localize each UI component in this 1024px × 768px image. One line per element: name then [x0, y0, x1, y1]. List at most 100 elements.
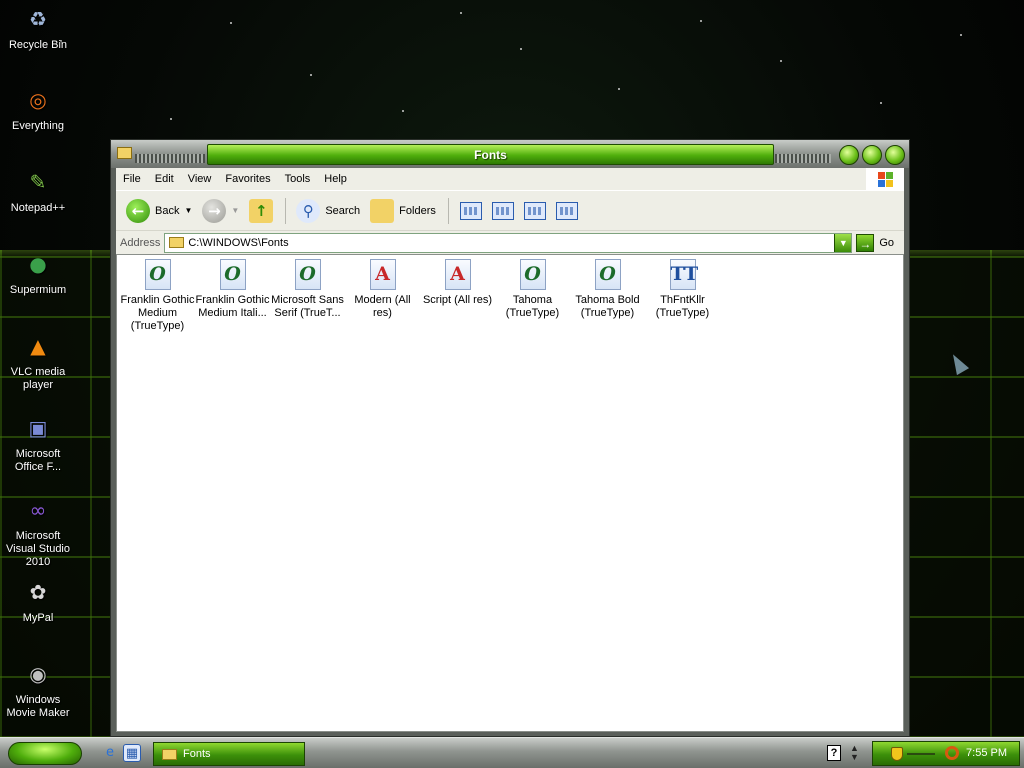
folders-button[interactable]: Folders	[366, 197, 440, 225]
font-file-icon: O	[594, 259, 621, 290]
up-folder-icon: ↑	[249, 198, 274, 223]
titlebar-grill-right	[775, 154, 831, 163]
forward-dropdown-icon[interactable]: ▼	[231, 206, 239, 215]
desktop-icon-label: Windows Movie Maker	[6, 694, 70, 719]
start-button[interactable]	[8, 742, 82, 765]
mypal-icon: ✿	[29, 580, 47, 604]
address-bar: Address C:\WINDOWS\Fonts ▼ → Go	[116, 230, 904, 254]
help-icon[interactable]: ?	[827, 745, 841, 761]
title-bar[interactable]: Fonts	[111, 140, 909, 168]
search-button[interactable]: ⚲ Search	[292, 197, 364, 225]
view-icons-icon[interactable]	[491, 201, 514, 220]
office-icon: ▣	[28, 416, 48, 440]
desktop-icon[interactable]: ● Supermium	[0, 248, 76, 297]
toolbar: ← Back ▼ → ▼ ↑ ⚲ Search Folders	[116, 190, 904, 230]
menu-favorites[interactable]: Favorites	[218, 173, 277, 185]
font-file-icon: O	[519, 259, 546, 290]
back-arrow-icon: ←	[126, 198, 150, 223]
list-item[interactable]: TT ThFntKllr (TrueType)	[645, 259, 720, 320]
file-list[interactable]: O Franklin Gothic Medium (TrueType) O Frank…	[116, 254, 904, 732]
list-item[interactable]: O Franklin Gothic Medium (TrueType)	[120, 259, 195, 333]
toolbar-separator	[447, 197, 449, 224]
forward-button[interactable]: → ▼	[198, 197, 243, 225]
tray-expand-icon[interactable]: ▲ ▼	[850, 744, 859, 762]
view-thumbnails-icon[interactable]	[459, 201, 482, 220]
supermium-icon: ●	[29, 252, 47, 276]
list-item[interactable]: O Franklin Gothic Medium Itali...	[195, 259, 270, 320]
address-value: C:\WINDOWS\Fonts	[188, 236, 289, 249]
font-file-icon: A	[444, 259, 471, 290]
explorer-window[interactable]: Fonts File Edit View Favorites Tools Hel…	[110, 139, 910, 737]
folders-icon	[370, 198, 395, 223]
go-button[interactable]: → Go	[856, 233, 895, 252]
address-input[interactable]: C:\WINDOWS\Fonts ▼	[164, 232, 853, 253]
close-button[interactable]	[885, 145, 905, 165]
font-file-icon: O	[294, 259, 321, 290]
folder-icon	[117, 147, 132, 159]
address-dropdown-icon[interactable]: ▼	[834, 233, 852, 252]
file-name: Franklin Gothic Medium (TrueType)	[120, 294, 195, 332]
desktop-icon[interactable]: ♻ Recycle Bin	[0, 3, 76, 52]
desktop-icon[interactable]: ◉ Windows Movie Maker	[0, 658, 76, 720]
security-shield-icon[interactable]	[891, 747, 903, 761]
list-item[interactable]: O Tahoma Bold (TrueType)	[570, 259, 645, 320]
desktop-icon-label: Notepad++	[10, 202, 66, 214]
maximize-button[interactable]	[862, 145, 882, 165]
desktop-icon[interactable]: ✎ Notepad++	[0, 166, 76, 215]
desktop-icon-label: MyPal	[22, 612, 54, 624]
menu-help[interactable]: Help	[317, 173, 354, 185]
back-dropdown-icon[interactable]: ▼	[184, 206, 192, 215]
clock[interactable]: 7:55 PM	[966, 747, 1007, 759]
window-title: Fonts	[207, 144, 774, 165]
folder-icon	[169, 237, 185, 248]
list-item[interactable]: A Script (All res)	[420, 259, 495, 307]
desktop-icon-label: Everything	[12, 120, 64, 132]
back-label: Back	[155, 204, 180, 217]
desktop-icon[interactable]: ◎ Everything	[0, 84, 76, 133]
desktop-icon[interactable]: ✿ MyPal	[0, 576, 76, 625]
taskbar-button-label: Fonts	[183, 748, 211, 760]
desktop-icon-label: Supermium	[9, 284, 67, 296]
address-label: Address	[120, 236, 161, 249]
desktop-icon-label: Microsoft Office F...	[14, 448, 62, 473]
system-tray: 7:55 PM	[872, 741, 1020, 766]
movie-maker-icon: ◉	[29, 662, 47, 686]
everything-tray-icon[interactable]	[945, 746, 959, 760]
desktop-icon-label: Microsoft Visual Studio 2010	[5, 530, 70, 568]
list-item[interactable]: O Tahoma (TrueType)	[495, 259, 570, 320]
vlc-icon: ▲	[30, 334, 46, 358]
font-file-icon: O	[144, 259, 171, 290]
network-icon[interactable]	[907, 753, 935, 755]
desktop-icon[interactable]: ▲ VLC media player	[0, 330, 76, 392]
back-button[interactable]: ← Back ▼	[122, 197, 196, 225]
folders-label: Folders	[399, 204, 436, 217]
desktop-icon-label: Recycle Bin	[8, 39, 68, 51]
view-details-icon[interactable]	[555, 201, 578, 220]
search-icon: ⚲	[296, 198, 321, 223]
list-item[interactable]: A Modern (All res)	[345, 259, 420, 320]
list-item[interactable]: O Microsoft Sans Serif (TrueT...	[270, 259, 345, 320]
view-similarity-icon[interactable]	[523, 201, 546, 220]
minimize-button[interactable]	[839, 145, 859, 165]
recycle-bin-icon: ♻	[29, 7, 47, 31]
search-label: Search	[325, 204, 361, 217]
menu-file[interactable]: File	[116, 173, 148, 185]
go-label: Go	[879, 236, 895, 249]
go-arrow-icon: →	[856, 233, 875, 252]
notepad-plus-plus-icon: ✎	[29, 170, 47, 194]
taskbar-button-fonts[interactable]: Fonts	[153, 742, 305, 766]
desktop-icon[interactable]: ∞ Microsoft Visual Studio 2010	[0, 494, 76, 569]
toolbar-separator	[285, 197, 287, 224]
font-file-icon: A	[369, 259, 396, 290]
forward-arrow-icon: →	[202, 198, 227, 223]
show-desktop-icon[interactable]: ▦	[123, 744, 141, 762]
windows-logo-icon	[866, 168, 904, 190]
up-folder-button[interactable]: ↑	[245, 197, 277, 225]
internet-explorer-icon[interactable]: e	[101, 744, 119, 762]
file-name: Modern (All res)	[354, 294, 411, 319]
file-name: Tahoma Bold (TrueType)	[575, 294, 640, 319]
desktop-icon[interactable]: ▣ Microsoft Office F...	[0, 412, 76, 474]
menu-tools[interactable]: Tools	[278, 173, 318, 185]
menu-edit[interactable]: Edit	[148, 173, 181, 185]
menu-view[interactable]: View	[181, 173, 219, 185]
